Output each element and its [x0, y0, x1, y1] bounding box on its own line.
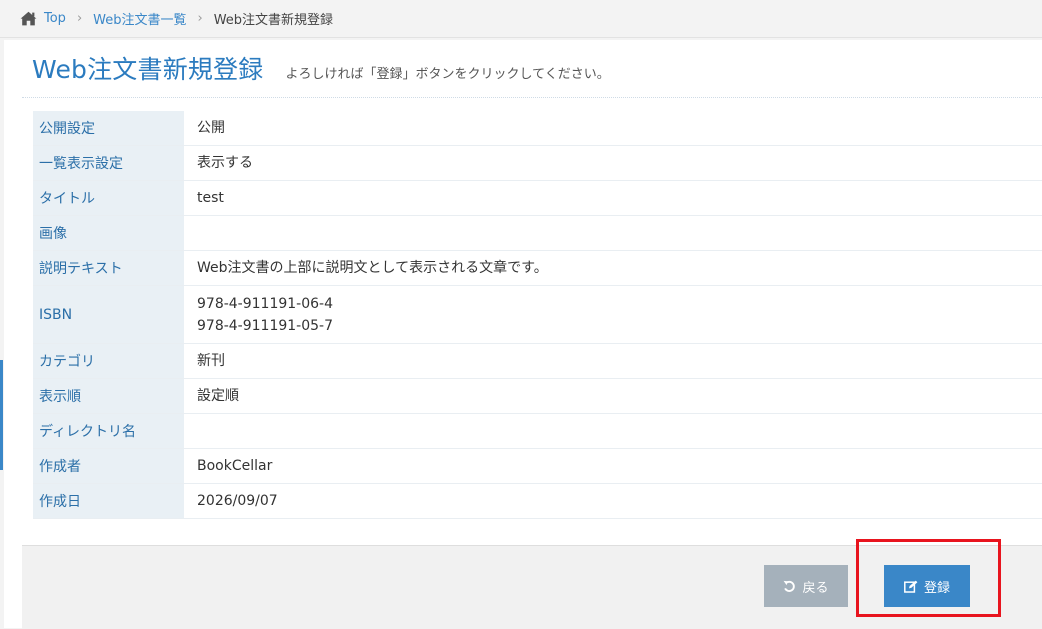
row-label: 表示順 [33, 378, 184, 414]
isbn-value: 978-4-911191-05-7 [197, 317, 334, 334]
row-value: 公開 [184, 110, 1042, 146]
row-value [184, 215, 1042, 251]
row-value: 設定順 [184, 378, 1042, 414]
table-row: 公開設定 公開 [33, 110, 1042, 146]
page-title: Web注文書新規登録 [32, 55, 264, 84]
row-value: test [184, 180, 1042, 216]
row-value: 2026/09/07 [184, 483, 1042, 519]
breadcrumb-link-order-list[interactable]: Web注文書一覧 [93, 9, 186, 28]
row-value: BookCellar [184, 448, 1042, 484]
title-divider [22, 97, 1042, 98]
row-label: 作成日 [33, 483, 184, 519]
breadcrumb-link-top[interactable]: Top [44, 11, 66, 26]
title-row: Web注文書新規登録 よろしければ「登録」ボタンをクリックしてください。 [32, 50, 610, 90]
breadcrumb-separator-icon: › [76, 11, 83, 26]
detail-table: 公開設定 公開 一覧表示設定 表示する タイトル test 画像 説明テキスト … [33, 110, 1042, 519]
table-row: 作成日 2026/09/07 [33, 483, 1042, 519]
back-button[interactable]: 戻る [764, 565, 848, 607]
home-icon[interactable] [20, 11, 37, 26]
back-button-label: 戻る [802, 580, 829, 596]
register-highlight-box [856, 539, 1001, 617]
breadcrumb-current: Web注文書新規登録 [213, 13, 334, 28]
isbn-value: 978-4-911191-06-4 [197, 295, 334, 312]
row-value: 新刊 [184, 343, 1042, 379]
table-row: 一覧表示設定 表示する [33, 145, 1042, 181]
table-row: ISBN 978-4-911191-06-4 978-4-911191-05-7 [33, 285, 1042, 344]
row-label: カテゴリ [33, 343, 184, 379]
table-row: 画像 [33, 215, 1042, 251]
row-label: ディレクトリ名 [33, 413, 184, 449]
table-row: タイトル test [33, 180, 1042, 216]
row-value-isbn: 978-4-911191-06-4 978-4-911191-05-7 [184, 285, 1042, 344]
page-subtitle: よろしければ「登録」ボタンをクリックしてください。 [285, 67, 610, 82]
row-value: Web注文書の上部に説明文として表示される文章です。 [184, 250, 1042, 286]
row-label: 画像 [33, 215, 184, 251]
row-label: 作成者 [33, 448, 184, 484]
left-accent-bar [0, 360, 3, 470]
row-value: 表示する [184, 145, 1042, 181]
table-row: 表示順 設定順 [33, 378, 1042, 414]
undo-icon [783, 580, 796, 593]
row-label: タイトル [33, 180, 184, 216]
table-row: カテゴリ 新刊 [33, 343, 1042, 379]
table-row: 説明テキスト Web注文書の上部に説明文として表示される文章です。 [33, 250, 1042, 286]
breadcrumb: Top › Web注文書一覧 › Web注文書新規登録 [0, 0, 1042, 38]
row-label: 説明テキスト [33, 250, 184, 286]
breadcrumb-separator-icon: › [197, 11, 203, 26]
row-label: 公開設定 [33, 110, 184, 146]
table-row: 作成者 BookCellar [33, 448, 1042, 484]
table-row: ディレクトリ名 [33, 413, 1042, 449]
row-label: 一覧表示設定 [33, 145, 184, 181]
row-value [184, 413, 1042, 449]
row-label: ISBN [33, 285, 184, 344]
